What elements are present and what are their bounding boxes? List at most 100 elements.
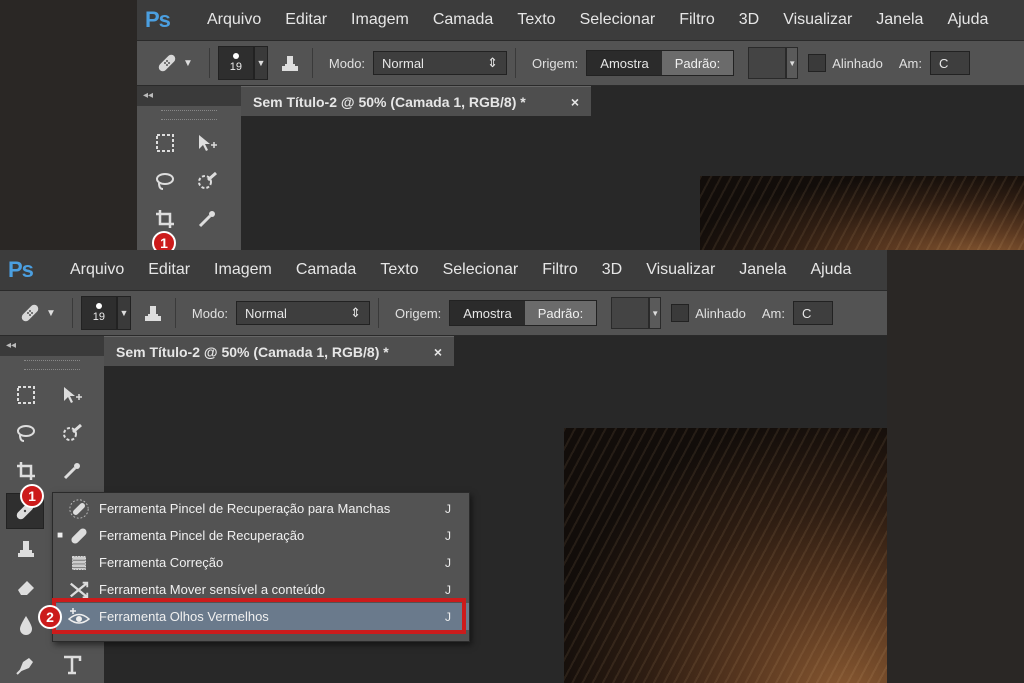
lasso-tool-icon[interactable] [147, 164, 183, 198]
eyedropper-icon[interactable] [189, 202, 225, 236]
menu-arquivo[interactable]: Arquivo [58, 261, 136, 279]
brush-size-picker[interactable]: 19 [217, 46, 254, 80]
menu-filtro[interactable]: Filtro [530, 261, 590, 279]
origem-padrao-button[interactable]: Padrão: [661, 51, 734, 75]
menu-visualizar[interactable]: Visualizar [634, 261, 727, 279]
ps-logo: Ps [8, 257, 34, 282]
panel-collapse[interactable]: ◂◂ [0, 336, 110, 356]
pattern-dropdown-icon[interactable]: ▼ [786, 47, 799, 79]
crop-tool-icon[interactable] [8, 454, 44, 488]
quick-selection-icon[interactable] [54, 416, 90, 450]
bandage-icon[interactable] [153, 49, 181, 77]
am-label: Am: [761, 305, 785, 321]
am-label: Am: [898, 55, 922, 71]
panel-collapse[interactable]: ◂◂ [137, 86, 247, 106]
pattern-swatch[interactable] [611, 297, 650, 329]
alinhado-checkbox[interactable] [671, 304, 690, 322]
pen-tool-icon[interactable] [8, 648, 44, 682]
lasso-tool-icon[interactable] [8, 416, 44, 450]
document-tab-title: Sem Título-2 @ 50% (Camada 1, RGB/8) * [253, 93, 526, 110]
tool-preset-caret-icon[interactable]: ▼ [46, 308, 56, 319]
step-badge-1: 1 [20, 484, 44, 508]
flyout-item-patch[interactable]: Ferramenta Correção J [53, 549, 469, 576]
brush-size-picker[interactable]: 19 [80, 296, 117, 330]
ps-logo: Ps [145, 7, 171, 32]
origem-padrao-button[interactable]: Padrão: [524, 301, 597, 325]
menu-visualizar[interactable]: Visualizar [771, 11, 864, 29]
eyedropper-icon[interactable] [54, 454, 90, 488]
close-icon[interactable]: × [434, 344, 442, 360]
menu-janela[interactable]: Janela [864, 11, 935, 29]
menu-3d[interactable]: 3D [590, 261, 634, 279]
menu-ajuda[interactable]: Ajuda [798, 261, 863, 279]
bandage-icon[interactable] [16, 299, 44, 327]
pattern-swatch[interactable] [748, 47, 787, 79]
origem-amostra-button[interactable]: Amostra [450, 301, 525, 325]
menu-selecionar[interactable]: Selecionar [568, 11, 668, 29]
flyout-item-healing-brush[interactable]: ■ Ferramenta Pincel de Recuperação J [53, 522, 469, 549]
menu-imagem[interactable]: Imagem [339, 11, 421, 29]
am-select[interactable]: C [929, 51, 970, 75]
updown-icon: ⇕ [350, 305, 362, 320]
options-bar: ▼ 19 ▼ Modo: Normal ⇕ Origem: Amostra Pad… [137, 40, 1024, 86]
menu-3d[interactable]: 3D [727, 11, 771, 29]
brush-dropdown-icon[interactable]: ▼ [116, 296, 131, 330]
back-window: Ps Arquivo Editar Imagem Camada Texto Se… [137, 0, 1024, 250]
step-badge-2: 2 [38, 605, 62, 629]
highlight-box [52, 598, 466, 634]
menu-imagem[interactable]: Imagem [202, 261, 284, 279]
move-tool-icon[interactable] [54, 378, 90, 412]
menu-bar: Ps Arquivo Editar Imagem Camada Texto Se… [137, 0, 1024, 40]
menu-filtro[interactable]: Filtro [667, 11, 727, 29]
spot-healing-icon [67, 498, 91, 520]
modo-select[interactable]: Normal ⇕ [236, 301, 371, 325]
menu-ajuda[interactable]: Ajuda [935, 11, 1000, 29]
type-tool-icon[interactable] [54, 648, 90, 682]
brush-dropdown-icon[interactable]: ▼ [253, 46, 268, 80]
origem-toggle: Amostra Padrão: [586, 50, 735, 76]
alinhado-label: Alinhado [695, 305, 746, 321]
flyout-item-spot-healing[interactable]: Ferramenta Pincel de Recuperação para Ma… [53, 495, 469, 522]
origem-label: Origem: [532, 55, 579, 71]
close-icon[interactable]: × [571, 94, 579, 110]
origem-amostra-button[interactable]: Amostra [587, 51, 662, 75]
document-canvas[interactable] [241, 116, 1024, 250]
am-select[interactable]: C [792, 301, 833, 325]
options-bar: ▼ 19 ▼ Modo: Normal ⇕ Origem: Amostra Pad… [0, 290, 887, 336]
tool-preset-caret-icon[interactable]: ▼ [183, 58, 193, 69]
tools-panel [137, 106, 241, 250]
document-tab-title: Sem Título-2 @ 50% (Camada 1, RGB/8) * [116, 343, 389, 360]
clone-source-icon[interactable] [276, 49, 304, 77]
modo-label: Modo: [328, 55, 366, 71]
menu-camada[interactable]: Camada [421, 11, 505, 29]
menu-texto[interactable]: Texto [368, 261, 430, 279]
quick-selection-icon[interactable] [189, 164, 225, 198]
marquee-tool-icon[interactable] [8, 378, 44, 412]
menu-editar[interactable]: Editar [273, 11, 339, 29]
updown-icon: ⇕ [487, 55, 499, 70]
stamp-tool-icon[interactable] [8, 532, 44, 566]
pattern-dropdown-icon[interactable]: ▼ [649, 297, 662, 329]
eraser-tool-icon[interactable] [8, 570, 44, 604]
healing-brush-icon [67, 525, 91, 547]
menu-selecionar[interactable]: Selecionar [431, 261, 531, 279]
photo-hair [564, 428, 887, 683]
modo-select[interactable]: Normal ⇕ [373, 51, 508, 75]
document-tab[interactable]: Sem Título-2 @ 50% (Camada 1, RGB/8) * × [241, 86, 591, 116]
origem-toggle: Amostra Padrão: [449, 300, 598, 326]
marquee-tool-icon[interactable] [147, 126, 183, 160]
menu-texto[interactable]: Texto [505, 11, 567, 29]
alinhado-label: Alinhado [832, 55, 883, 71]
patch-icon [67, 552, 91, 574]
modo-label: Modo: [191, 305, 229, 321]
photo-hair [700, 176, 1024, 250]
menu-arquivo[interactable]: Arquivo [195, 11, 273, 29]
alinhado-checkbox[interactable] [808, 54, 827, 72]
menu-camada[interactable]: Camada [284, 261, 368, 279]
menu-janela[interactable]: Janela [727, 261, 798, 279]
origem-label: Origem: [395, 305, 442, 321]
menu-editar[interactable]: Editar [136, 261, 202, 279]
document-tab[interactable]: Sem Título-2 @ 50% (Camada 1, RGB/8) * × [104, 336, 454, 366]
clone-source-icon[interactable] [139, 299, 167, 327]
move-tool-icon[interactable] [189, 126, 225, 160]
